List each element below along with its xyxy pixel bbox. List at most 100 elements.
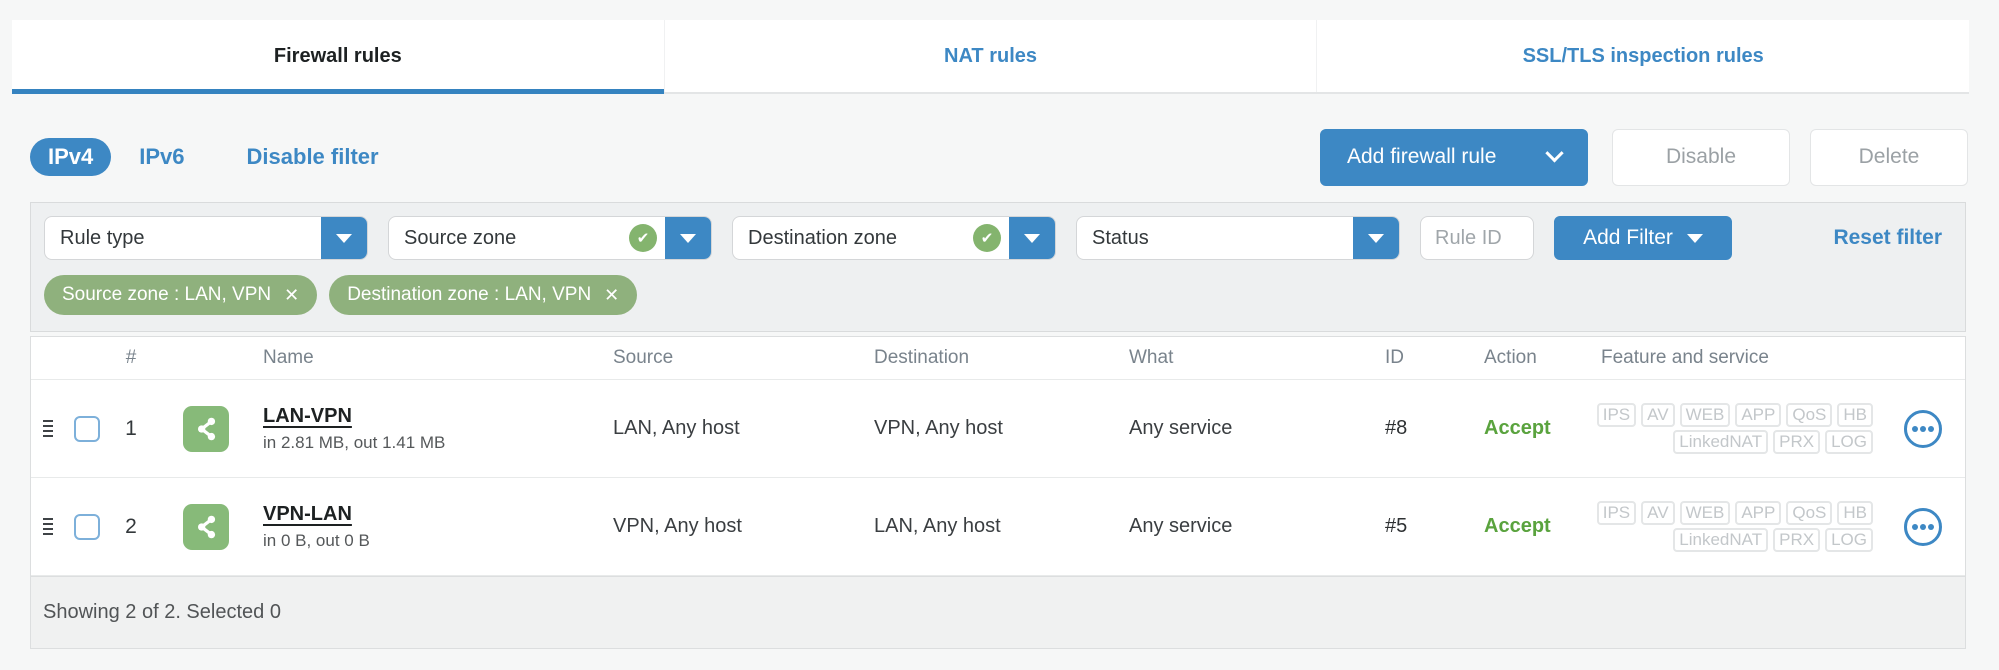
filter-controls-row: Rule type Source zone ✔ Destination zone… [31,203,1965,261]
rule-source: VPN, Any host [613,515,742,537]
add-filter-button[interactable]: Add Filter [1554,216,1732,260]
rule-icon-cell [161,405,251,452]
badge-ips: IPS [1596,501,1637,525]
badge-av: AV [1641,403,1675,427]
add-filter-label: Add Filter [1583,226,1673,249]
status-dropdown-label: Status [1092,226,1149,249]
rule-id: #5 [1385,515,1408,537]
filter-panel: Rule type Source zone ✔ Destination zone… [30,202,1966,332]
filter-chip-destination-zone[interactable]: Destination zone : LAN, VPN ✕ [329,275,638,315]
source-zone-dropdown[interactable]: Source zone ✔ [388,216,712,260]
status-dropdown-button[interactable] [1353,217,1399,259]
rule-icon-cell [161,503,251,550]
active-filter-chips: Source zone : LAN, VPN ✕ Destination zon… [31,261,1965,315]
source-zone-dropdown-button[interactable] [665,217,711,259]
ipv4-toggle[interactable]: IPv4 [30,138,112,176]
close-icon[interactable]: ✕ [284,285,299,306]
firewall-rules-page: Firewall rules NAT rules SSL/TLS inspect… [0,0,1999,670]
tab-firewall-rules[interactable]: Firewall rules [12,20,665,94]
badge-prx: PRX [1773,430,1821,454]
filter-chip-label: Destination zone : LAN, VPN [347,284,592,305]
badge-linkednat: LinkedNAT [1673,430,1769,454]
feature-badges: IPS AV WEB APP QoS HB LinkedNAT PRX LOG [1581,498,1881,555]
reset-filter-link[interactable]: Reset filter [1833,226,1953,250]
row-checkbox-cell [61,415,101,442]
destination-zone-dropdown-label: Destination zone [748,226,897,249]
rule-name-link[interactable]: LAN-VPN [263,405,581,428]
ellipsis-menu-icon[interactable] [1904,507,1942,546]
table-row: 1 LAN-VPN in 2.81 MB, out 1.41 MB LAN, A… [31,380,1965,478]
feature-badges: IPS AV WEB APP QoS HB LinkedNAT PRX LOG [1581,400,1881,457]
badge-prx: PRX [1773,528,1821,552]
filter-chip-source-zone[interactable]: Source zone : LAN, VPN ✕ [44,275,318,315]
add-firewall-rule-label: Add firewall rule [1347,145,1497,168]
close-icon[interactable]: ✕ [604,285,619,306]
status-dropdown[interactable]: Status [1076,216,1400,260]
table-row: 2 VPN-LAN in 0 B, out 0 B VPN, Any host … [31,478,1965,576]
header-id: ID [1385,347,1404,368]
destination-zone-dropdown[interactable]: Destination zone ✔ [732,216,1056,260]
ipv6-toggle[interactable]: IPv6 [139,144,184,170]
row-checkbox[interactable] [74,415,100,442]
rule-destination: LAN, Any host [874,515,1001,537]
header-feature-and-service: Feature and service [1601,347,1769,368]
disable-filter-link[interactable]: Disable filter [247,144,379,170]
add-firewall-rule-button[interactable]: Add firewall rule [1320,128,1588,186]
rule-name-link[interactable]: VPN-LAN [263,503,581,526]
caret-down-icon [1368,233,1384,243]
ellipsis-menu-icon[interactable] [1904,409,1942,448]
badge-qos: QoS [1786,403,1833,427]
caret-down-icon [1686,233,1703,243]
rule-action: Accept [1484,515,1551,537]
destination-zone-dropdown-button[interactable] [1009,217,1055,259]
rule-id-input[interactable] [1420,216,1534,260]
disable-button[interactable]: Disable [1612,128,1790,186]
header-what: What [1129,347,1174,368]
drag-handle-icon[interactable] [31,515,61,538]
rule-source: LAN, Any host [613,417,740,439]
row-number: 1 [125,416,137,440]
check-circle-icon: ✔ [973,224,1001,252]
badge-ips: IPS [1596,403,1637,427]
caret-down-icon [1024,233,1040,243]
delete-button[interactable]: Delete [1810,128,1968,186]
badge-linkednat: LinkedNAT [1673,528,1769,552]
rule-type-dropdown-button[interactable] [321,217,367,259]
caret-down-icon [680,233,696,243]
row-number: 2 [125,514,137,538]
badge-web: WEB [1679,403,1731,427]
rule-what: Any service [1129,417,1233,439]
badge-log: LOG [1825,430,1873,454]
share-icon [183,405,229,452]
rule-tabs: Firewall rules NAT rules SSL/TLS inspect… [12,20,1969,94]
rule-action: Accept [1484,417,1551,439]
drag-handle-icon[interactable] [31,417,61,440]
row-checkbox[interactable] [74,513,100,540]
table-footer: Showing 2 of 2. Selected 0 [31,576,1965,648]
badge-app: APP [1735,501,1782,525]
rows-summary: Showing 2 of 2. Selected 0 [43,601,281,623]
tab-ssl-tls-inspection-rules[interactable]: SSL/TLS inspection rules [1317,20,1969,92]
toolbar: IPv4 IPv6 Disable filter Add firewall ru… [30,128,1968,186]
filter-chip-label: Source zone : LAN, VPN [62,284,272,305]
rule-type-dropdown[interactable]: Rule type [44,216,368,260]
badge-hb: HB [1837,403,1873,427]
source-zone-dropdown-label: Source zone [404,226,517,249]
row-menu-cell [1881,507,1965,546]
check-circle-icon: ✔ [629,224,657,252]
rule-type-dropdown-label: Rule type [60,226,145,249]
badge-av: AV [1641,501,1675,525]
badge-log: LOG [1825,528,1873,552]
table-header-row: # Name Source Destination What ID Action… [31,336,1965,380]
badge-hb: HB [1837,501,1873,525]
firewall-rules-table: # Name Source Destination What ID Action… [30,336,1966,649]
rule-name-cell: LAN-VPN in 2.81 MB, out 1.41 MB [251,405,581,453]
header-destination: Destination [874,347,970,368]
header-name: Name [263,347,314,368]
caret-down-icon [336,233,352,243]
header-source: Source [613,347,674,368]
tab-nat-rules[interactable]: NAT rules [665,20,1318,92]
rule-traffic-stats: in 2.81 MB, out 1.41 MB [263,432,446,452]
badge-qos: QoS [1786,501,1833,525]
badge-web: WEB [1679,501,1731,525]
